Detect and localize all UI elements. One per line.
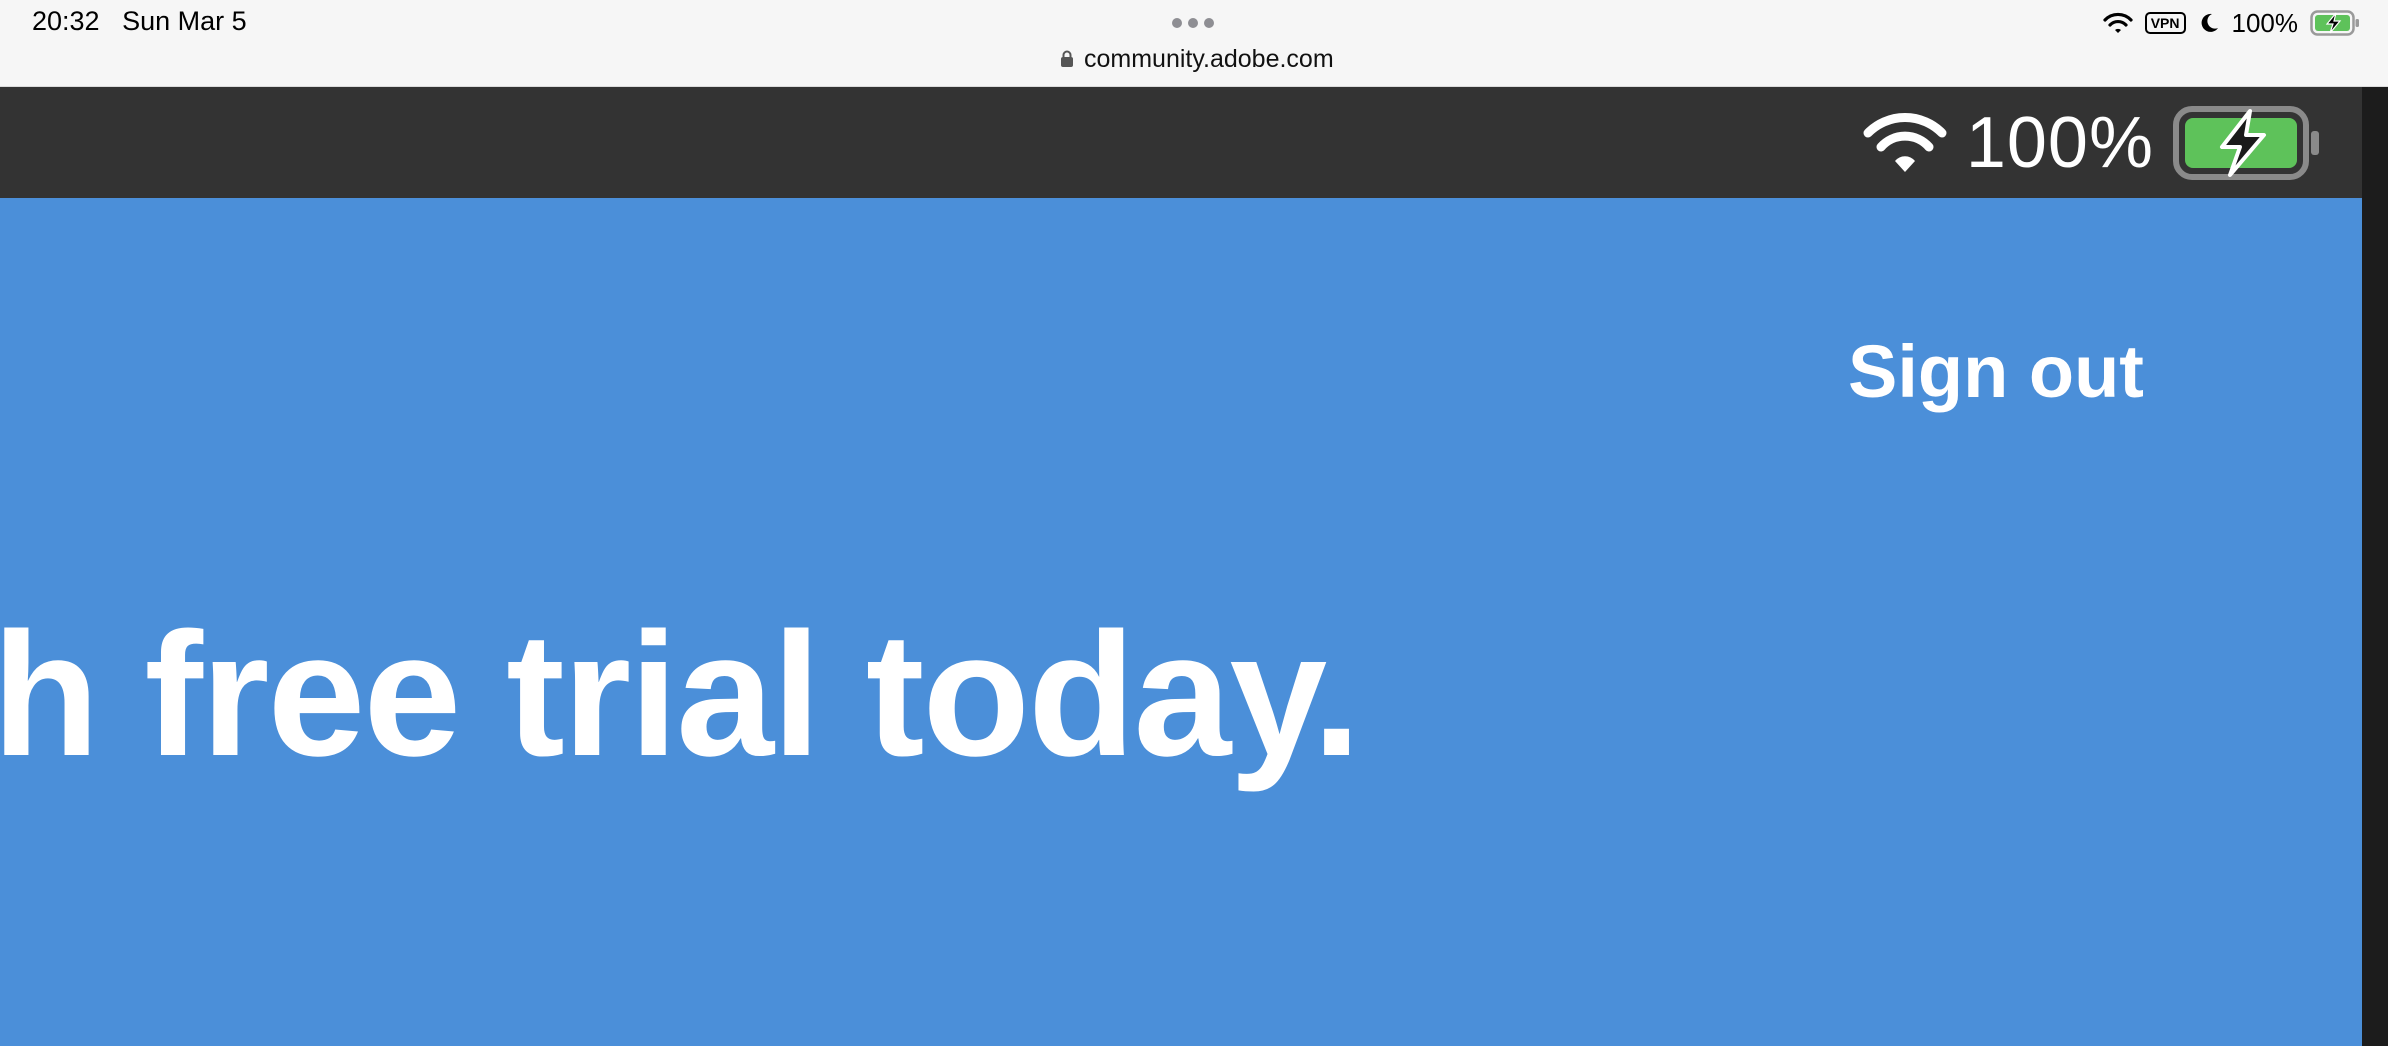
url-text: community.adobe.com [1084, 44, 1334, 73]
wifi-icon [2103, 12, 2133, 33]
status-time: 20:32 [32, 6, 100, 36]
page-edge-strip [2362, 87, 2388, 1046]
lock-icon [1061, 50, 1073, 67]
vpn-icon: VPN [2144, 12, 2186, 34]
sign-out-link[interactable]: Sign out [1848, 329, 2144, 414]
wifi-icon [1863, 113, 1947, 172]
hero-banner: Sign out h free trial today. [0, 198, 2362, 1046]
header-battery-percent: 100% [1965, 103, 2154, 183]
status-right-icons: VPN 100% [2103, 8, 2360, 38]
hero-headline: h free trial today. [0, 597, 1361, 793]
system-status-bar: 20:32 Sun Mar 5 community.adobe.com VPN … [0, 0, 2388, 87]
status-battery-percent: 100% [2231, 7, 2299, 38]
status-date: Sun Mar 5 [122, 6, 247, 36]
more-dots-icon[interactable] [1172, 18, 1214, 28]
moon-icon [2201, 13, 2218, 32]
battery-charging-icon [2173, 106, 2319, 180]
status-time-date: 20:32 Sun Mar 5 [32, 6, 247, 37]
page-header-bar: 100% [0, 87, 2362, 198]
battery-charging-icon [2310, 10, 2359, 36]
page-header-status: 100% [1862, 101, 2322, 185]
address-bar[interactable]: community.adobe.com [1060, 42, 1334, 76]
